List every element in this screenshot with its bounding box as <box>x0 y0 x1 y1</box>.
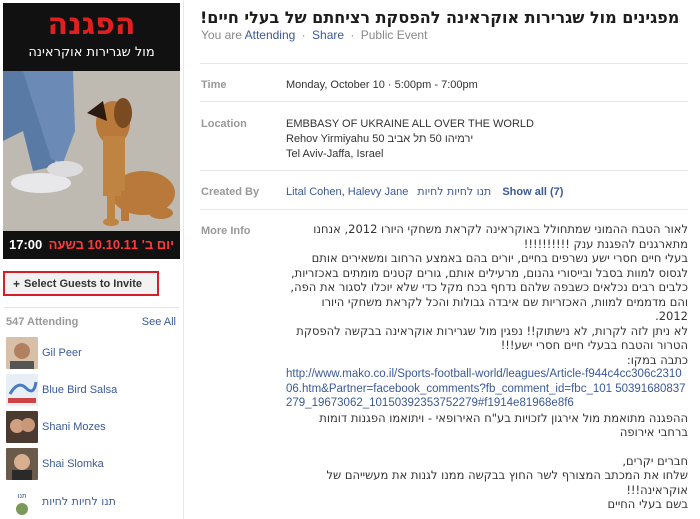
attending-count: 547 Attending <box>6 316 79 328</box>
attending-header: 547 Attending See All <box>6 316 176 328</box>
divider <box>4 307 179 308</box>
avatar: תנו <box>6 485 38 517</box>
divider <box>200 209 688 210</box>
location-line-2: Rehov Yirmiyahu 50 ירמיהו 50 תל אביב <box>286 133 474 145</box>
info-paragraph: חברים יקרים, <box>622 453 688 468</box>
created-by-value: Lital Cohen, Halevy Jane תנו לחיות לחיות… <box>286 185 563 198</box>
time-label: Time <box>201 79 227 91</box>
avatar <box>6 448 38 480</box>
event-type: Public Event <box>360 28 428 42</box>
column-divider <box>183 0 184 519</box>
info-paragraph: לא ניתן לזה לקרות, לא נישתוק!! נפגין מול… <box>296 323 688 353</box>
divider <box>200 170 688 171</box>
created-by-label: Created By <box>201 186 260 198</box>
separator-dot: · <box>301 28 306 42</box>
poster-time: 17:00 <box>9 236 43 252</box>
time-value: Monday, October 10 · 5:00pm - 7:00pm <box>286 79 478 91</box>
location-line-3: Tel Aviv-Jaffa, Israel <box>286 148 384 160</box>
attending-status-link[interactable]: Attending <box>245 28 296 42</box>
attendee-name[interactable]: Shai Slomka <box>42 458 104 470</box>
poster-date: 17:00 יום ב' 10.10.11 בשעה <box>3 233 180 255</box>
attendee-item[interactable]: Blue Bird Salsa <box>6 374 178 406</box>
share-link[interactable]: Share <box>312 28 344 42</box>
invite-button-label: Select Guests to Invite <box>24 277 142 290</box>
left-column: הפגנה מול שגרירות אוקראינה 17:00 יום ב' … <box>0 0 183 519</box>
creator-link[interactable]: תנו לחיות לחיות <box>417 185 491 198</box>
more-info-label: More Info <box>201 225 251 237</box>
attendee-name[interactable]: תנו לחיות לחיות <box>42 495 116 508</box>
attendee-name[interactable]: Shani Mozes <box>42 421 106 433</box>
attendee-item[interactable]: Shai Slomka <box>6 448 178 480</box>
location-value: EMBBASY OF UKRAINE ALL OVER THE WORLD Re… <box>286 117 534 162</box>
poster-subtitle: מול שגרירות אוקראינה <box>28 45 155 60</box>
info-paragraph: שלחו את המכתב המצורף לשר החוץ בבקשה ממנו… <box>326 468 689 497</box>
info-paragraph: בעלי חיים חסרי ישע נשרפים בחיים, יורים ב… <box>290 251 688 323</box>
poster-date-text: יום ב' 10.10.11 בשעה <box>48 236 174 252</box>
info-paragraph: כתבה במקו: <box>626 352 688 367</box>
attendee-item[interactable]: תנו תנו לחיות לחיות <box>6 485 178 517</box>
info-paragraph: ההפגנה מתואמת מול אירגון לזכויות בע"ח הא… <box>319 410 688 440</box>
article-url-link[interactable]: http://www.mako.co.il/Sports-football-wo… <box>286 367 688 411</box>
location-label: Location <box>201 118 247 130</box>
location-line-1: EMBBASY OF UKRAINE ALL OVER THE WORLD <box>286 118 534 130</box>
see-all-attendees-link[interactable]: See All <box>142 316 176 328</box>
attendee-name[interactable]: Gil Peer <box>42 347 82 359</box>
attendee-name[interactable]: Blue Bird Salsa <box>42 384 117 396</box>
rsvp-status-prefix: You are <box>201 28 242 42</box>
event-title: מפגינים מול שגרירות אוקראינה להפסקת רציח… <box>200 8 680 27</box>
divider <box>200 63 688 64</box>
creator-link[interactable]: Halevy Jane <box>348 186 409 198</box>
creator-link[interactable]: Lital Cohen <box>286 186 342 198</box>
avatar <box>6 337 38 369</box>
divider <box>200 101 688 102</box>
event-meta: You are Attending · Share · Public Event <box>201 28 427 42</box>
separator-dot: · <box>350 28 355 42</box>
info-paragraph: לאור הטבח ההמוני שמתחולל באוקראינה לקראת… <box>313 222 688 251</box>
info-paragraph: בשם בעלי החיים <box>607 497 689 511</box>
attendee-item[interactable]: Shani Mozes <box>6 411 178 443</box>
svg-text:תנו: תנו <box>17 492 26 500</box>
attendee-item[interactable]: Gil Peer <box>6 337 178 369</box>
plus-icon: + <box>13 276 21 291</box>
show-all-creators-link[interactable]: Show all (7) <box>502 186 563 198</box>
avatar <box>6 411 38 443</box>
event-poster-image[interactable]: הפגנה מול שגרירות אוקראינה 17:00 יום ב' … <box>3 3 180 259</box>
more-info-text: לאור הטבח ההמוני שמתחולל באוקראינה לקראת… <box>286 222 688 512</box>
poster-photo-dog <box>3 71 180 231</box>
avatar <box>6 374 38 406</box>
poster-title: הפגנה <box>47 7 136 42</box>
select-guests-to-invite-button[interactable]: + Select Guests to Invite <box>3 271 159 296</box>
